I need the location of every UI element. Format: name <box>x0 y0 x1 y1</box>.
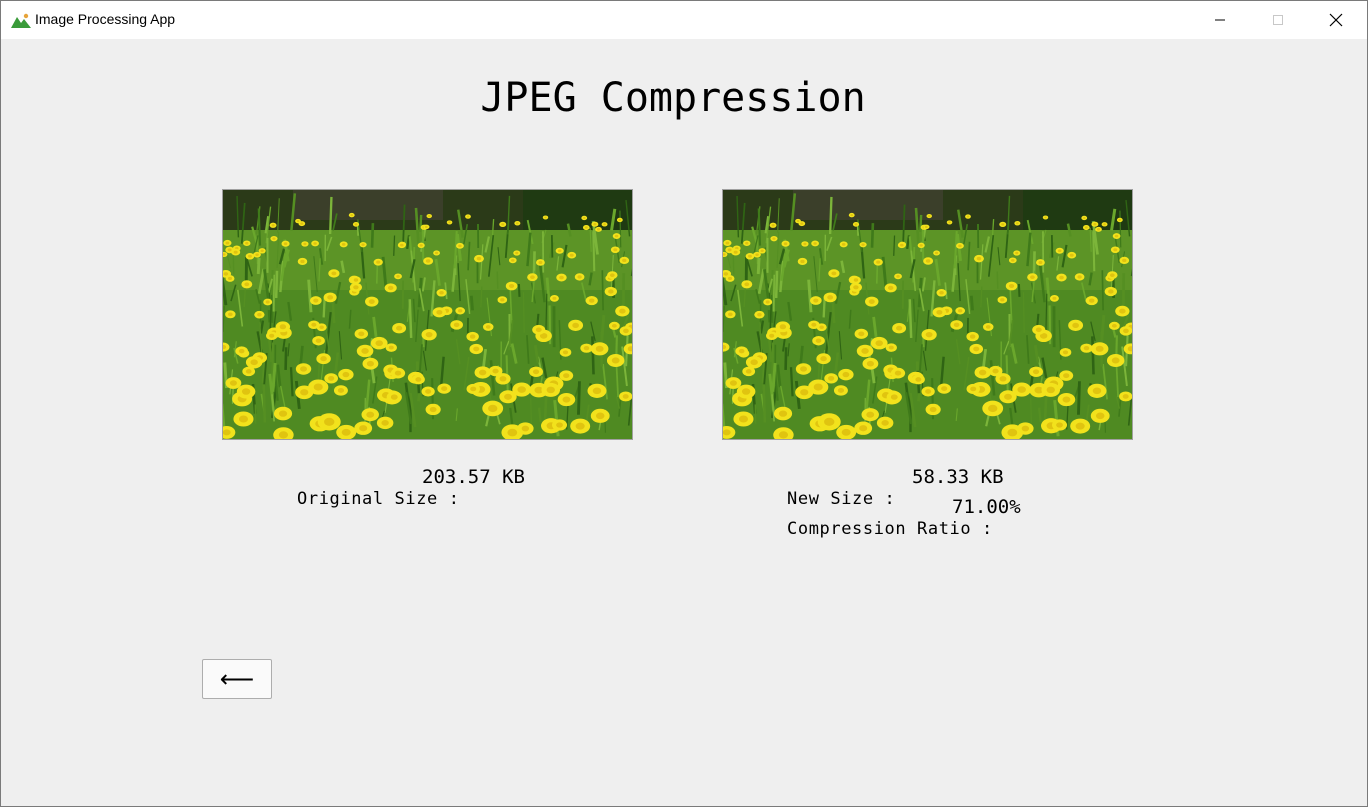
page-title: JPEG Compression <box>480 75 866 121</box>
minimize-icon <box>1215 19 1225 21</box>
compression-ratio-row: Compression Ratio : 71.00% <box>722 496 1021 581</box>
original-size-value: 203.57 KB <box>422 466 525 488</box>
window-title: Image Processing App <box>35 11 176 27</box>
compressed-image <box>722 189 1133 440</box>
title-bar[interactable]: Image Processing App <box>1 1 1367 39</box>
landscape-icon <box>11 12 31 28</box>
compression-ratio-label: Compression Ratio : <box>787 519 993 539</box>
original-size-label: Original Size : <box>297 489 460 509</box>
arrow-left-icon: ⟵ <box>219 665 255 693</box>
compression-ratio-value: 71.00% <box>952 496 1021 518</box>
maximize-button[interactable] <box>1249 1 1307 39</box>
app-window: Image Processing App JPEG Compression Or… <box>0 0 1368 807</box>
main-content: JPEG Compression Original Size : 203.57 … <box>1 39 1367 806</box>
new-size-value: 58.33 KB <box>912 466 1004 488</box>
minimize-button[interactable] <box>1191 1 1249 39</box>
original-size-row: Original Size : 203.57 KB <box>232 466 525 551</box>
maximize-icon <box>1273 15 1283 25</box>
original-image <box>222 189 633 440</box>
close-button[interactable] <box>1307 1 1365 39</box>
close-icon <box>1329 13 1343 27</box>
back-button[interactable]: ⟵ <box>202 659 272 699</box>
